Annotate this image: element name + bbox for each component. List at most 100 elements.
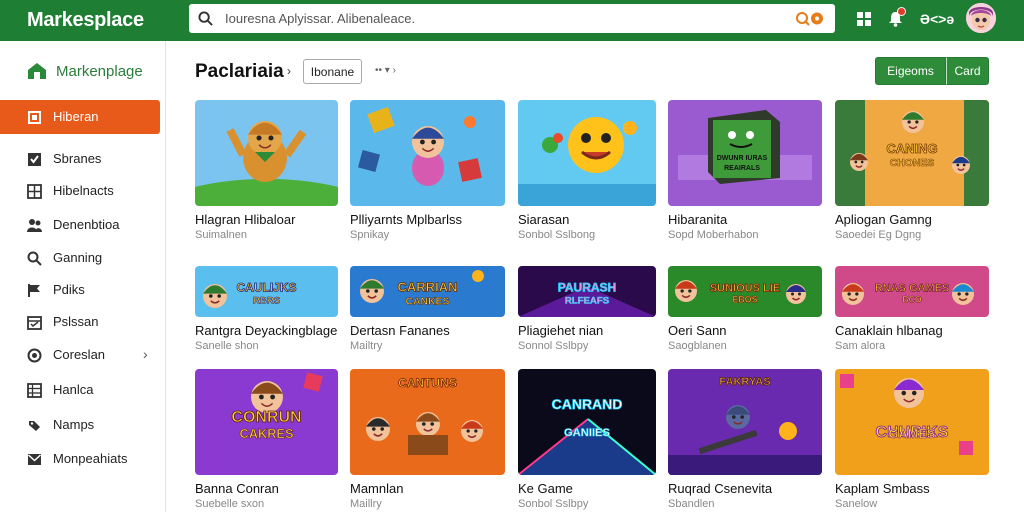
check-box-icon	[28, 153, 41, 166]
card-view-button[interactable]: Card	[946, 57, 989, 85]
sidebar-brand-label: Markenplage	[56, 62, 143, 80]
svg-text:PAURASH: PAURASH	[558, 281, 616, 295]
game-title[interactable]: Oeri Sann	[668, 323, 727, 338]
breadcrumb-chevron-icon: ›	[287, 64, 291, 78]
table-icon	[27, 383, 42, 398]
game-thumbnail[interactable]: CHURIKS GAMES	[835, 369, 989, 475]
sidebar-item-6[interactable]: Pslssan	[0, 305, 160, 339]
svg-text:FAKRYAS: FAKRYAS	[719, 376, 770, 388]
game-thumbnail[interactable]: SUNIOUS LIE EBOS	[668, 266, 822, 317]
game-title[interactable]: Kaplam Smbass	[835, 481, 930, 496]
sidebar-item-label: Monpeahiats	[53, 451, 128, 466]
people-icon	[27, 219, 42, 232]
game-subtitle: Suebelle sxon	[195, 498, 265, 510]
notification-badge	[897, 7, 906, 16]
svg-text:CANTUNS: CANTUNS	[398, 376, 457, 390]
sidebar-item-2[interactable]: Hibelnacts	[0, 174, 160, 208]
svg-text:EBOS: EBOS	[733, 295, 758, 305]
app-logo[interactable]: Markesplace	[27, 9, 144, 32]
game-title[interactable]: Pliagiehet nian	[518, 323, 603, 338]
game-subtitle: Saoedei Eg Dgng	[835, 229, 922, 241]
sidebar-item-label: Denenbtioa	[53, 217, 120, 232]
game-title[interactable]: Siarasan	[518, 212, 569, 227]
game-subtitle: Sanelle shon	[195, 340, 259, 352]
sidebar-item-7[interactable]: Coreslan ›	[0, 338, 160, 372]
svg-text:GANIIES: GANIIES	[564, 427, 611, 439]
flag-icon	[28, 284, 40, 297]
game-title[interactable]: Hlagran Hlibaloar	[195, 212, 295, 227]
game-subtitle: Sonbol Sslbong	[518, 229, 596, 241]
sidebar-item-label: Hiberan	[53, 109, 99, 124]
circle-icon	[27, 348, 42, 363]
game-subtitle: Sonnol Sslbpy	[518, 340, 589, 352]
game-thumbnail[interactable]: PAURASH RLFEAFS	[518, 266, 656, 317]
sidebar-item-5[interactable]: Pdiks	[0, 273, 160, 307]
sidebar-item-9[interactable]: Namps	[0, 408, 160, 442]
game-title[interactable]: Ke Game	[518, 481, 573, 496]
svg-text:CHONES: CHONES	[890, 158, 935, 169]
sidebar-item-1[interactable]: Sbranes	[0, 142, 160, 176]
game-title[interactable]: Banna Conran	[195, 481, 279, 496]
game-thumbnail[interactable]: CAULIJKS RBRS	[195, 266, 338, 317]
game-title[interactable]: Plliyarnts Mplbarlss	[350, 212, 462, 227]
game-subtitle: Saogblanen	[668, 340, 727, 352]
sidebar-item-10[interactable]: Monpeahiats	[0, 442, 160, 476]
game-title[interactable]: Ruqrad Csenevita	[668, 481, 772, 496]
game-thumbnail[interactable]: DWUNR IURAS REAIRALS	[668, 100, 822, 206]
sidebar-item-label: Namps	[53, 417, 95, 432]
sidebar-item-8[interactable]: Hanlca	[0, 373, 160, 407]
page-title: Paclariaia	[195, 61, 284, 82]
filter-chip[interactable]: Ibonane	[303, 59, 362, 84]
sidebar-brand[interactable]: Markenplage	[27, 62, 143, 80]
svg-text:SUNIOUS LIE: SUNIOUS LIE	[710, 283, 780, 295]
grid-icon	[27, 184, 42, 199]
game-title[interactable]: Dertasn Fananes	[350, 323, 450, 338]
sort-dropdown[interactable]: •• ▾ ›	[375, 65, 396, 76]
game-thumbnail[interactable]: CANRAND GANIIES	[518, 369, 656, 475]
svg-text:CAKRES: CAKRES	[239, 426, 294, 441]
store-home-icon	[28, 63, 46, 79]
sidebar-item-label: Pdiks	[53, 282, 85, 297]
sidebar-item-3[interactable]: Denenbtioa	[0, 208, 160, 242]
game-thumbnail[interactable]	[195, 100, 338, 206]
apps-grid-icon[interactable]	[853, 8, 875, 30]
game-title[interactable]: Canaklain hlbanag	[835, 323, 943, 338]
game-thumbnail[interactable]: CARRIAN CANKES	[350, 266, 505, 317]
sidebar-item-4[interactable]: Ganning	[0, 241, 160, 275]
game-thumbnail[interactable]: FAKRYAS	[668, 369, 822, 475]
avatar[interactable]	[966, 3, 996, 33]
game-thumbnail[interactable]: CONRUN CAKRES	[195, 369, 338, 475]
chevron-right-icon[interactable]: ›	[143, 346, 148, 362]
game-thumbnail[interactable]: RNAS GAMES BCO	[835, 266, 989, 317]
primary-button[interactable]: Eigeoms	[875, 57, 946, 85]
game-subtitle: Sanelow	[835, 498, 878, 510]
sidebar: Markenplage Hiberan Sbranes Hibelnacts Dene…	[0, 41, 166, 512]
game-thumbnail[interactable]	[350, 100, 505, 206]
game-thumbnail[interactable]: CANING CHONES	[835, 100, 989, 206]
game-title[interactable]: Mamnlan	[350, 481, 403, 496]
svg-text:CANING: CANING	[886, 141, 937, 156]
game-thumbnail[interactable]: CANTUNS	[350, 369, 505, 475]
sidebar-item-label: Pslssan	[53, 314, 99, 329]
sidebar-item-label: Hibelnacts	[53, 183, 114, 198]
game-thumbnail[interactable]	[518, 100, 656, 206]
game-title[interactable]: Hibaranita	[668, 212, 727, 227]
svg-text:RNAS GAMES: RNAS GAMES	[875, 283, 950, 295]
search-icon	[198, 11, 213, 26]
search-submit-icon[interactable]	[795, 11, 825, 26]
view-toggle-group: Eigeoms Card	[875, 57, 989, 85]
svg-text:RLFEAFS: RLFEAFS	[565, 296, 610, 307]
mail-icon	[27, 454, 42, 465]
sidebar-item-0[interactable]: Hiberan	[0, 100, 160, 134]
search-bar[interactable]	[189, 4, 835, 33]
game-title[interactable]: Apliogan Gamng	[835, 212, 932, 227]
top-bar: Markesplace Ə<>ə	[0, 0, 1024, 41]
account-menu[interactable]: Ə<>ə	[920, 8, 954, 30]
sidebar-item-label: Hanlca	[53, 382, 94, 397]
sidebar-item-label: Sbranes	[53, 151, 102, 166]
game-subtitle: Sopd Moberhabon	[668, 229, 759, 241]
game-subtitle: Spnikay	[350, 229, 390, 241]
game-title[interactable]: Rantgra Deyackingblage	[195, 323, 337, 338]
store-icon	[28, 111, 41, 124]
search-input[interactable]	[225, 9, 765, 28]
